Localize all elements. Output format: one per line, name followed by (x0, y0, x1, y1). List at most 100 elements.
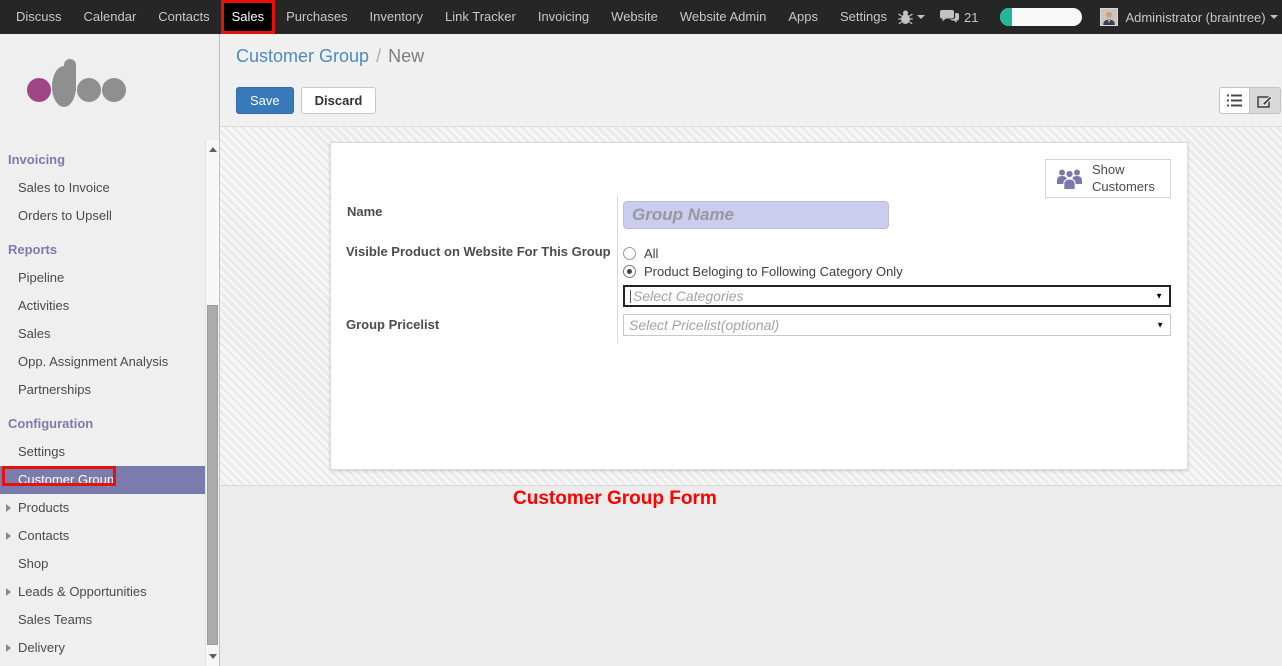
sidebar-item-label: Leads & Opportunities (18, 584, 147, 599)
dropdown-caret-icon: ▼ (1156, 321, 1164, 330)
topbar: DiscussCalendarContactsSalesPurchasesInv… (0, 0, 1282, 34)
sidebar-item-shop[interactable]: Shop (0, 550, 205, 578)
bottom-area: Customer Group Form (220, 486, 1282, 666)
breadcrumb-customer-group[interactable]: Customer Group (236, 46, 369, 66)
topbar-menu-discuss[interactable]: Discuss (5, 0, 73, 34)
show-customers-label: Show Customers (1092, 162, 1160, 196)
sidebar-item-sales-teams[interactable]: Sales Teams (0, 606, 205, 634)
debug-bug-icon[interactable] (898, 10, 913, 25)
scrollbar-thumb[interactable] (207, 305, 218, 645)
topbar-menu-apps[interactable]: Apps (777, 0, 829, 34)
sidebar-item-label: Activities (18, 298, 69, 313)
sidebar-item-label: Shop (18, 556, 48, 571)
sidebar-item-label: Sales to Invoice (18, 180, 110, 195)
discard-button[interactable]: Discard (301, 87, 377, 114)
scroll-up-icon[interactable] (209, 147, 217, 152)
sidebar-item-sales-to-invoice[interactable]: Sales to Invoice (0, 174, 205, 202)
dropdown-caret-icon: ▼ (1155, 292, 1163, 301)
sidebar-item-products[interactable]: Products (0, 494, 205, 522)
topbar-menu-website[interactable]: Website (600, 0, 669, 34)
messages-icon[interactable] (939, 9, 960, 25)
topbar-menu-website-admin[interactable]: Website Admin (669, 0, 777, 34)
planner-progressbar[interactable] (1000, 8, 1082, 26)
visibility-options: All Product Beloging to Following Categor… (623, 244, 903, 280)
list-view-button[interactable] (1219, 87, 1250, 114)
topbar-menu-contacts[interactable]: Contacts (147, 0, 220, 34)
sidebar-item-opp-assignment-analysis[interactable]: Opp. Assignment Analysis (0, 348, 205, 376)
list-icon (1227, 94, 1242, 107)
visibility-label: Visible Product on Website For This Grou… (346, 244, 611, 259)
button-row: Save Discard (236, 87, 376, 114)
sidebar-item-pipeline[interactable]: Pipeline (0, 264, 205, 292)
breadcrumb-new: New (388, 46, 424, 66)
debug-caret-icon[interactable] (917, 15, 925, 19)
sidebar-item-orders-to-upsell[interactable]: Orders to Upsell (0, 202, 205, 230)
user-menu-caret-icon[interactable] (1270, 15, 1278, 19)
main-area: Show Customers Name Visible Product on W… (220, 127, 1282, 486)
text-cursor (630, 290, 631, 303)
odoo-logo (27, 78, 126, 102)
sidebar-item-settings[interactable]: Settings (0, 438, 205, 466)
sidebar-item-sales[interactable]: Sales (0, 320, 205, 348)
expand-caret-icon (6, 644, 11, 652)
sidebar-item-label: Opp. Assignment Analysis (18, 354, 168, 369)
user-menu[interactable]: Administrator (braintree) (1125, 10, 1265, 25)
planner-progress-fill (1000, 8, 1012, 26)
logo-area (0, 34, 219, 140)
topbar-menu-list: DiscussCalendarContactsSalesPurchasesInv… (0, 0, 898, 34)
form-view-button[interactable] (1250, 87, 1281, 114)
logo-o2 (77, 78, 101, 102)
sidebar: InvoicingSales to InvoiceOrders to Upsel… (0, 34, 220, 666)
sidebar-item-customer-group[interactable]: Customer Group (0, 466, 205, 494)
sidebar-item-delivery[interactable]: Delivery (0, 634, 205, 662)
show-customers-button[interactable]: Show Customers (1045, 159, 1171, 198)
sidebar-item-label: Contacts (18, 528, 69, 543)
topbar-menu-calendar[interactable]: Calendar (73, 0, 148, 34)
categories-placeholder: Select Categories (633, 288, 744, 304)
user-avatar[interactable] (1100, 8, 1118, 26)
radio-option-product-beloging-to-following-category-only[interactable]: Product Beloging to Following Category O… (623, 262, 903, 280)
sidebar-scrollbar[interactable] (205, 140, 219, 666)
logo-o3 (102, 78, 126, 102)
save-button[interactable]: Save (236, 87, 294, 114)
sidebar-item-activities[interactable]: Activities (0, 292, 205, 320)
sidebar-item-partnerships[interactable]: Partnerships (0, 376, 205, 404)
sidebar-item-label: Customer Group (18, 472, 114, 487)
name-label: Name (347, 204, 382, 219)
topbar-right: 21 Administrator (braintree) (898, 8, 1282, 26)
breadcrumb: Customer Group/New (236, 46, 424, 67)
edit-pencil-icon (1257, 94, 1273, 108)
scroll-down-icon[interactable] (209, 654, 217, 659)
topbar-menu-purchases[interactable]: Purchases (275, 0, 358, 34)
pricelist-label: Group Pricelist (346, 317, 439, 332)
topbar-menu-link-tracker[interactable]: Link Tracker (434, 0, 527, 34)
sidebar-item-leads-opportunities[interactable]: Leads & Opportunities (0, 578, 205, 606)
view-switcher (1219, 87, 1281, 114)
sidebar-item-label: Sales (18, 326, 51, 341)
sidebar-item-label: Settings (18, 444, 65, 459)
sidebar-item-contacts[interactable]: Contacts (0, 522, 205, 550)
group-name-input[interactable] (623, 201, 889, 229)
odoo-backend-page: { "topbar": { "menus": ["Discuss","Calen… (0, 0, 1282, 666)
pricelist-placeholder: Select Pricelist(optional) (629, 317, 779, 333)
sidebar-section-configuration: Configuration (0, 410, 205, 438)
radio-button[interactable] (623, 247, 636, 260)
expand-caret-icon (6, 588, 11, 596)
customers-group-icon (1056, 167, 1083, 190)
pricelist-select[interactable]: Select Pricelist(optional) ▼ (623, 314, 1171, 336)
radio-button[interactable] (623, 265, 636, 278)
topbar-menu-inventory[interactable]: Inventory (359, 0, 434, 34)
sidebar-item-label: Pipeline (18, 270, 64, 285)
sidebar-menu: InvoicingSales to InvoiceOrders to Upsel… (0, 140, 205, 666)
radio-label: Product Beloging to Following Category O… (644, 264, 903, 279)
sidebar-item-label: Sales Teams (18, 612, 92, 627)
customer-group-form: Show Customers Name Visible Product on W… (330, 142, 1188, 470)
topbar-menu-invoicing[interactable]: Invoicing (527, 0, 600, 34)
expand-caret-icon (6, 532, 11, 540)
categories-select[interactable]: Select Categories ▼ (623, 285, 1171, 307)
topbar-menu-settings[interactable]: Settings (829, 0, 898, 34)
message-count-badge[interactable]: 21 (964, 10, 978, 25)
logo-d (52, 78, 76, 102)
radio-option-all[interactable]: All (623, 244, 903, 262)
topbar-menu-sales[interactable]: Sales (221, 0, 276, 34)
